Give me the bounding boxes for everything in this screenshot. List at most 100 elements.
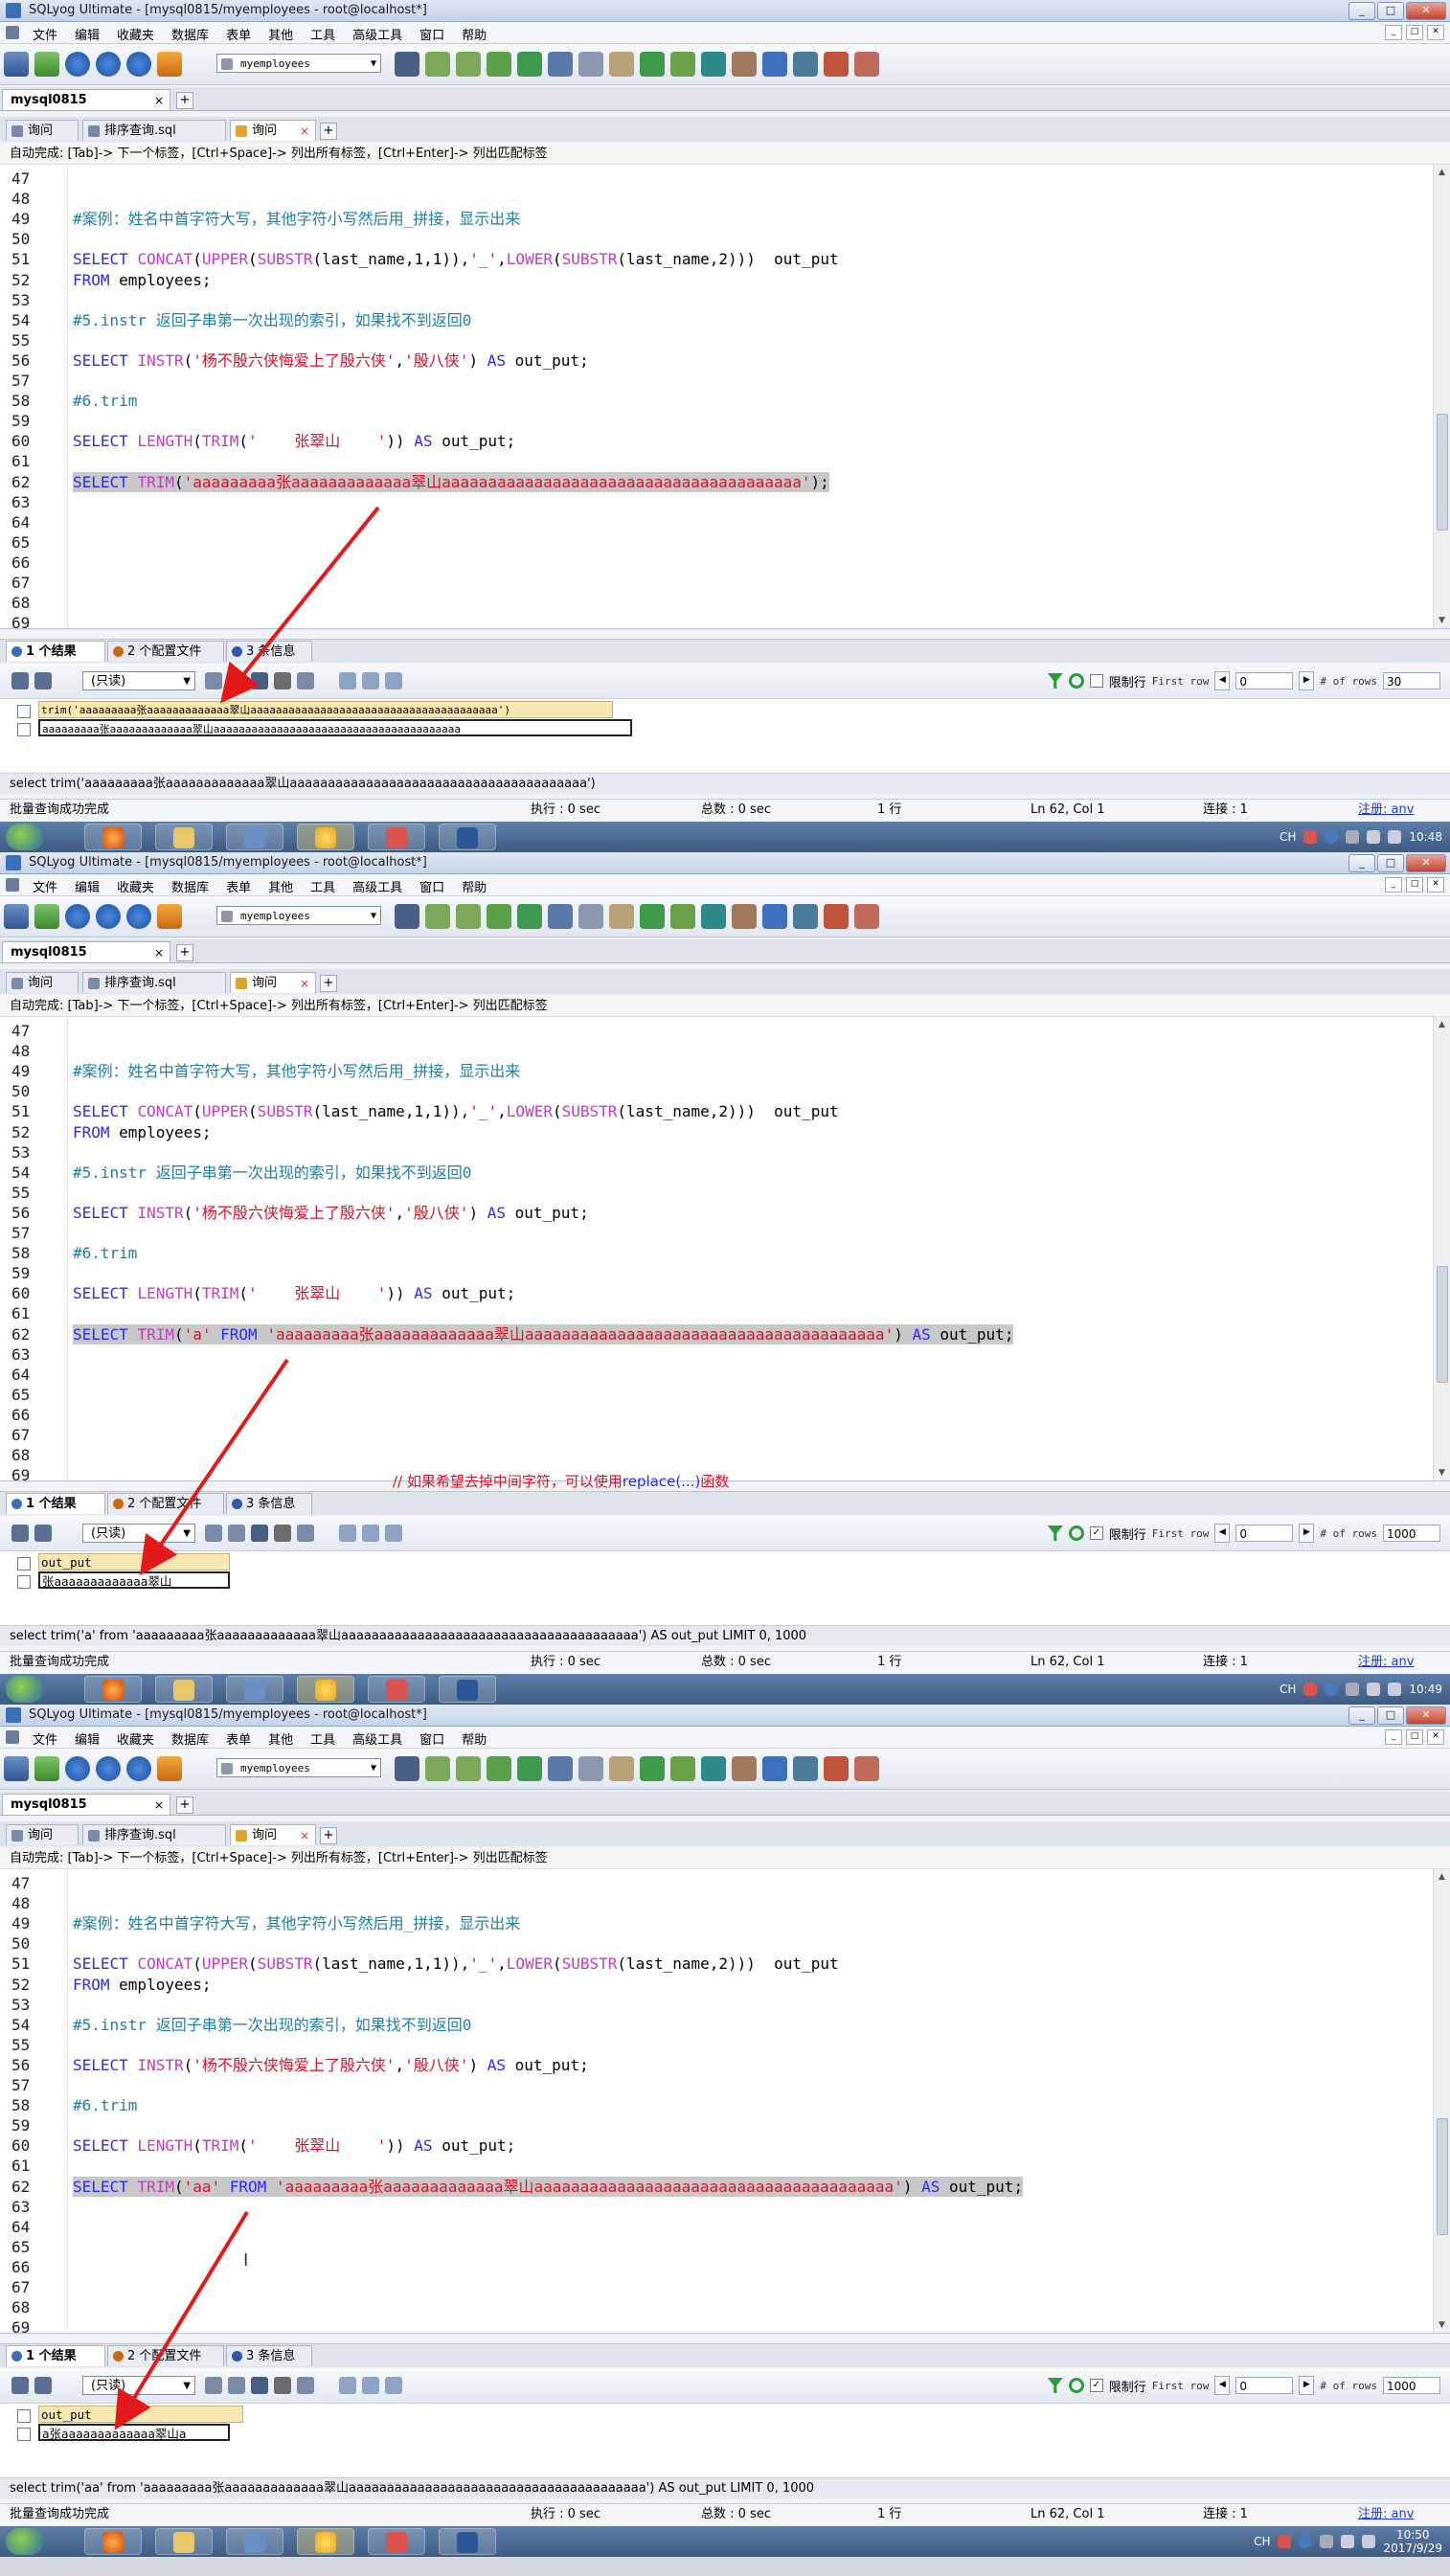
code-line[interactable]: 50 [0,1933,1432,1954]
code-line[interactable]: 61 [0,2156,1432,2176]
tray-icon[interactable] [1320,2535,1334,2548]
text-view-icon[interactable] [385,672,402,689]
backup-icon[interactable] [487,52,511,77]
execute-all-icon[interactable] [96,52,121,77]
ime-icon[interactable] [1303,1683,1318,1696]
clock[interactable]: 10:50 2017/9/29 [1383,2528,1442,2555]
close-icon[interactable]: × [300,1825,309,1846]
grid-export-icon[interactable] [11,2377,29,2394]
connection-tab[interactable]: mysql0815 × [2,941,170,962]
new-connection-icon[interactable] [4,1756,29,1781]
refresh-icon[interactable] [1068,1525,1084,1541]
add-query-tab-button[interactable]: + [320,975,337,992]
tools-icon[interactable] [732,52,757,77]
code-line[interactable]: 47 [0,169,1432,189]
column-header[interactable]: out_put [38,2406,243,2423]
execute-all-icon[interactable] [96,1756,121,1781]
menu-favorites[interactable]: 收藏夹 [117,1729,154,1748]
copy-icon[interactable] [205,1525,222,1542]
menu-window[interactable]: 窗口 [419,25,444,43]
close-icon[interactable]: × [154,1795,164,1816]
code-line[interactable]: 68 [0,2297,1432,2317]
tab-query-active[interactable]: 询问 × [230,1824,316,1845]
code-line[interactable]: 51 SELECT CONCAT(UPPER(SUBSTR(last_name,1… [0,249,1432,269]
mdi-restore-button[interactable]: □ [1406,1729,1423,1745]
connection-tab[interactable]: mysql0815 × [2,89,170,110]
table-data-icon[interactable] [578,1756,603,1781]
close-icon[interactable]: × [300,121,309,142]
create-table-icon[interactable] [456,1756,481,1781]
code-line[interactable]: 59 [0,2115,1432,2135]
menu-tools[interactable]: 工具 [310,877,335,895]
code-line[interactable]: 64 [0,2217,1432,2237]
tab-result[interactable]: 1 个结果 [6,641,105,662]
code-line[interactable]: 69 [0,613,1432,633]
tools-icon[interactable] [732,904,757,929]
menu-advanced-tools[interactable]: 高级工具 [352,877,402,895]
rows-input[interactable]: 1000 [1383,1525,1440,1542]
menu-help[interactable]: 帮助 [462,1729,487,1748]
taskbar-explorer[interactable] [155,2528,213,2555]
form-view-icon[interactable] [362,672,379,689]
code-line[interactable]: 67 [0,573,1432,593]
result-cell[interactable]: aaaaaaaaa张aaaaaaaaaaaaa翠山aaaaaaaaaaaaaaa… [38,719,632,736]
form-view-icon[interactable] [362,2377,379,2394]
ime-icon[interactable] [1278,2535,1292,2548]
code-line[interactable]: 59 [0,411,1432,431]
paste-icon[interactable] [228,1525,245,1542]
execute-query-icon[interactable] [65,904,90,929]
menu-help[interactable]: 帮助 [462,25,487,43]
code-line[interactable]: 49 #案例：姓名中首字符大写，其他字符小写然后用_拼接，显示出来 [0,1061,1432,1081]
menu-file[interactable]: 文件 [33,877,57,895]
form-view-icon[interactable] [362,1525,379,1542]
taskbar-sqlyog[interactable] [297,824,354,850]
taskbar-word[interactable] [439,824,496,850]
menu-other[interactable]: 其他 [268,877,293,895]
create-database-icon[interactable] [425,1756,450,1781]
clock[interactable]: 10:48 [1409,830,1442,844]
copy-icon[interactable] [205,672,222,689]
code-line[interactable]: 50 [0,229,1432,249]
backup-icon[interactable] [487,1756,511,1781]
close-icon[interactable]: × [154,90,164,111]
sync-icon[interactable] [640,52,665,77]
language-indicator[interactable]: CH [1280,1683,1296,1696]
taskbar-firefox[interactable] [84,2528,142,2555]
tab-sort-query-sql[interactable]: 排序查询.sql [82,972,226,993]
register-link[interactable]: 注册: anv [1358,800,1414,821]
volume-icon[interactable] [1388,1683,1402,1696]
copy-database-icon[interactable] [670,52,695,77]
code-line[interactable]: 69 [0,2317,1432,2338]
code-line[interactable]: 54 #5.instr 返回子串第一次出现的索引，如果找不到返回0 [0,310,1432,330]
code-line[interactable]: 64 [0,1365,1432,1385]
taskbar-recorder[interactable] [368,824,425,850]
code-line[interactable]: 68 [0,593,1432,613]
tab-sort-query-sql[interactable]: 排序查询.sql [82,120,226,141]
text-view-icon[interactable] [385,2377,402,2394]
network-icon[interactable] [1341,2535,1355,2548]
monitor-icon[interactable] [793,52,818,77]
add-connection-button[interactable]: + [176,92,193,109]
compare-icon[interactable] [701,904,726,929]
monitor-icon[interactable] [793,1756,818,1781]
report-icon[interactable] [824,1756,849,1781]
row-checkbox[interactable] [17,1575,31,1589]
limit-checkbox[interactable]: ✓ [1089,1526,1103,1540]
taskbar-mysql[interactable] [226,824,283,850]
code-line[interactable]: 54 #5.instr 返回子串第一次出现的索引，如果找不到返回0 [0,1163,1432,1183]
code-line[interactable]: 64 [0,512,1432,532]
limit-checkbox[interactable] [1089,674,1103,688]
taskbar-firefox[interactable] [84,824,142,850]
save-icon[interactable] [251,672,268,689]
menu-table[interactable]: 表单 [226,1729,251,1748]
restore-icon[interactable] [517,1756,542,1781]
start-button[interactable] [6,1676,44,1703]
refresh-icon[interactable] [157,1756,182,1781]
scroll-thumb[interactable] [1437,1266,1448,1383]
code-line[interactable]: 56 SELECT INSTR('杨不殷六侠悔爱上了殷六侠','殷八侠') AS … [0,350,1432,371]
taskbar-sqlyog[interactable] [297,1676,354,1703]
table-data-icon[interactable] [578,52,603,77]
scroll-up-icon[interactable]: ▲ [1434,1017,1450,1032]
save-icon[interactable] [251,1525,268,1542]
monitor-icon[interactable] [793,904,818,929]
